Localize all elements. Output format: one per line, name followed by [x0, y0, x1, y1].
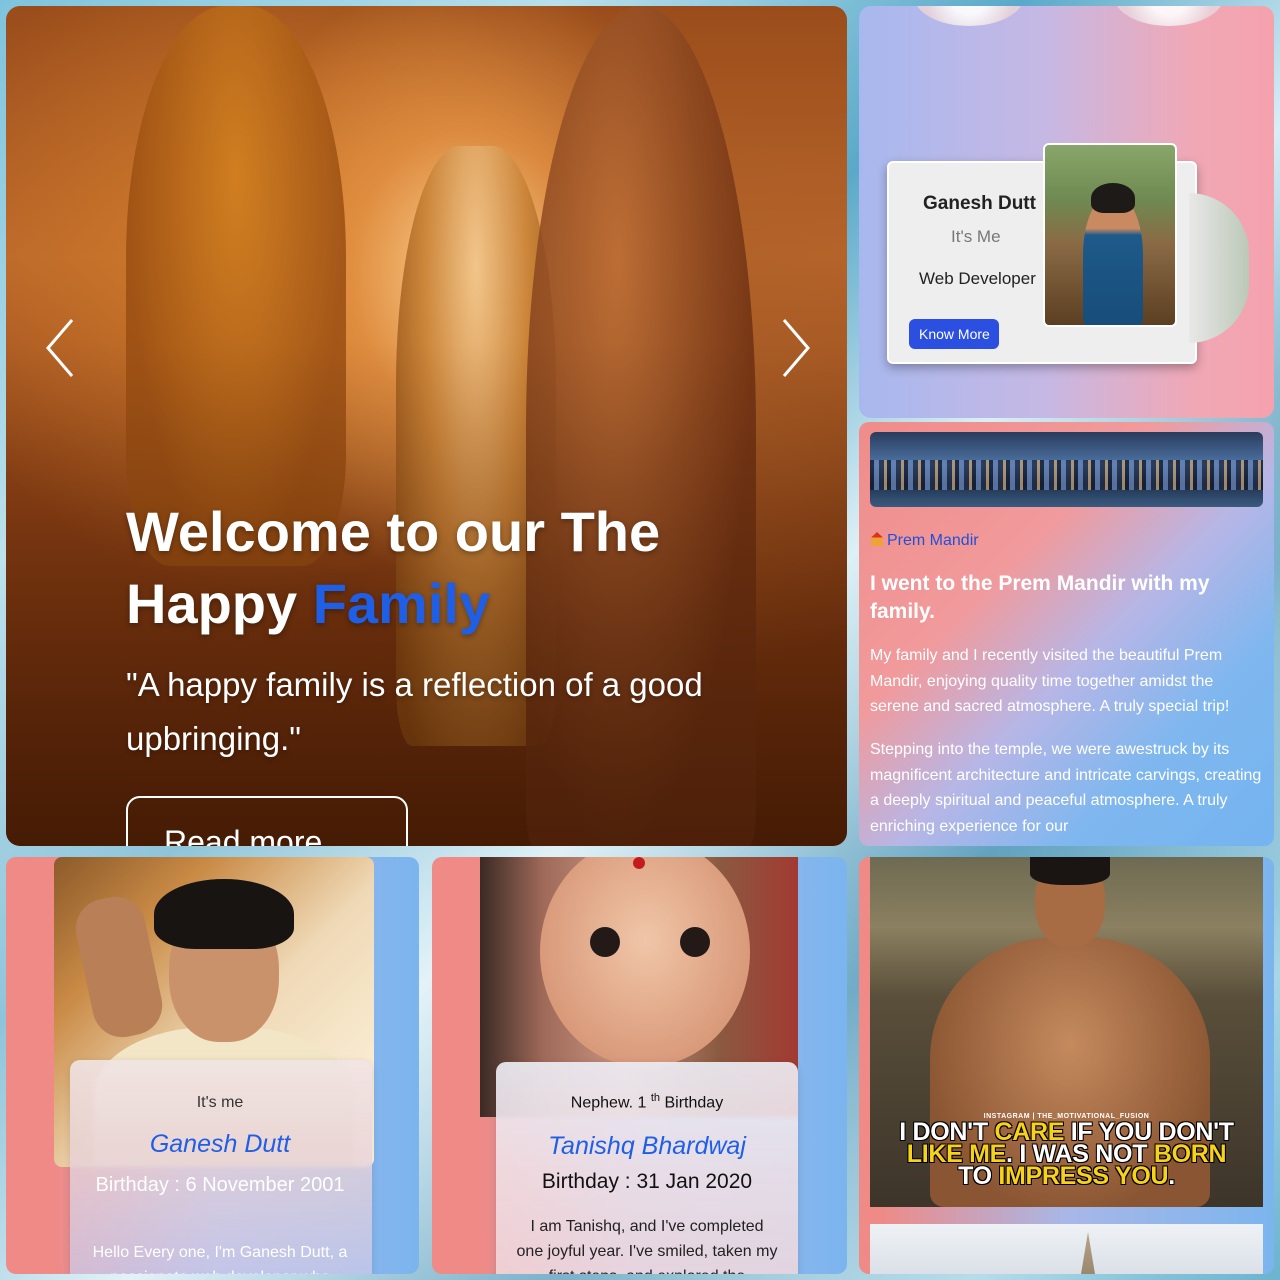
profile-subtitle: It's Me [951, 227, 1001, 246]
carousel-next-button[interactable] [774, 316, 814, 380]
read-more-button[interactable]: Read more [126, 796, 408, 846]
profile-role: Web Developer [919, 269, 1036, 288]
blog-paragraph: My family and I recently visited the bea… [870, 647, 1230, 715]
blog-post-card: Prem Mandir I went to the Prem Mandir wi… [859, 422, 1274, 846]
birthday-card-tanishq: Nephew. 1 th Birthday Tanishq Bhardwaj B… [432, 857, 847, 1274]
blog-tag[interactable]: Prem Mandir [871, 532, 979, 550]
card-info-panel: Nephew. 1 th Birthday Tanishq Bhardwaj B… [496, 1062, 798, 1274]
blog-title: I went to the Prem Mandir with my family… [870, 572, 1210, 623]
carousel-prev-button[interactable] [42, 316, 82, 380]
card-label: Nephew. 1 th Birthday [570, 1092, 724, 1112]
temple-icon [871, 532, 883, 546]
profile-card: Ganesh Dutt It's Me Web Developer Know M… [887, 143, 1249, 364]
profile-name: Ganesh Dutt [923, 193, 1036, 214]
motivational-quote: I DON'T CARE IF YOU DON'T LIKE ME. I WAS… [899, 1118, 1234, 1190]
profile-photo [1043, 143, 1177, 327]
hero-carousel: Welcome to our The Happy Family "A happy… [6, 6, 847, 846]
card-name: Ganesh Dutt [149, 1130, 291, 1158]
card-info-panel: It's me Ganesh Dutt Birthday : 6 Novembe… [70, 1060, 372, 1274]
card-text: I am Tanishq, and I've completed one joy… [516, 1218, 778, 1274]
hero-quote: "A happy family is a reflection of a goo… [126, 666, 703, 757]
chevron-left-icon [46, 319, 74, 377]
hero-title-highlight: Family [312, 572, 491, 635]
chevron-right-icon [782, 319, 810, 377]
know-more-button[interactable]: Know More [909, 319, 999, 349]
motivational-card: INSTAGRAM | THE_MOTIVATIONAL_FUSION I DO… [859, 857, 1274, 1274]
blog-paragraph: Stepping into the temple, we were awestr… [870, 741, 1262, 835]
profile-section: Ganesh Dutt It's Me Web Developer Know M… [859, 6, 1274, 418]
card-name: Tanishq Bhardwaj [548, 1132, 746, 1160]
card-label: It's me [196, 1094, 244, 1111]
birthday-card-ganesh: It's me Ganesh Dutt Birthday : 6 Novembe… [6, 857, 419, 1274]
card-birthday: Birthday : 6 November 2001 [95, 1174, 345, 1196]
blog-image [870, 432, 1263, 507]
next-post-image [870, 1224, 1263, 1274]
hero-title: Welcome to our The Happy Family [126, 500, 661, 635]
motivational-image: INSTAGRAM | THE_MOTIVATIONAL_FUSION I DO… [870, 857, 1263, 1207]
card-birthday: Birthday : 31 Jan 2020 [541, 1170, 753, 1193]
card-text: Hello Every one, I'm Ganesh Dutt, a pass… [92, 1244, 348, 1274]
